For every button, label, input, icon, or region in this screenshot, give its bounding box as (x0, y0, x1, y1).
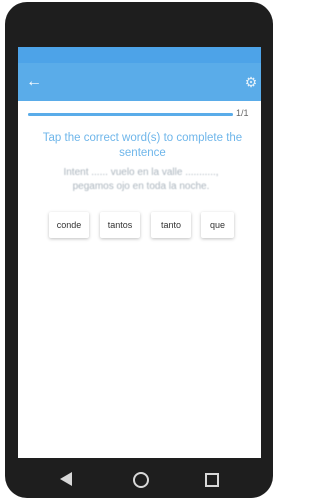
progress-bar (28, 113, 233, 116)
back-arrow-icon[interactable]: ← (26, 72, 42, 92)
choice-button[interactable]: que (201, 212, 234, 238)
progress-label: 1/1 (236, 108, 249, 118)
choice-button[interactable]: conde (49, 212, 89, 238)
sentence-text: Intent ...... vuelo en la valle ........… (30, 166, 252, 194)
sentence-line-2: pegamos ojo en toda la noche. (72, 181, 210, 192)
choice-button[interactable]: tantos (100, 212, 140, 238)
word-choices: conde tantos tanto que (49, 212, 244, 238)
status-bar (18, 47, 261, 63)
triangle-back-icon[interactable] (60, 472, 72, 486)
square-recent-icon[interactable] (205, 473, 219, 487)
settings-icon[interactable]: ⚙ (243, 74, 259, 90)
app-bar (18, 63, 261, 101)
instruction-text: Tap the correct word(s) to complete the … (42, 132, 243, 159)
choice-button[interactable]: tanto (151, 212, 191, 238)
progress-fill (28, 113, 233, 116)
circle-home-icon[interactable] (133, 472, 149, 488)
sentence-line-1: Intent ...... vuelo en la valle ........… (63, 167, 219, 178)
